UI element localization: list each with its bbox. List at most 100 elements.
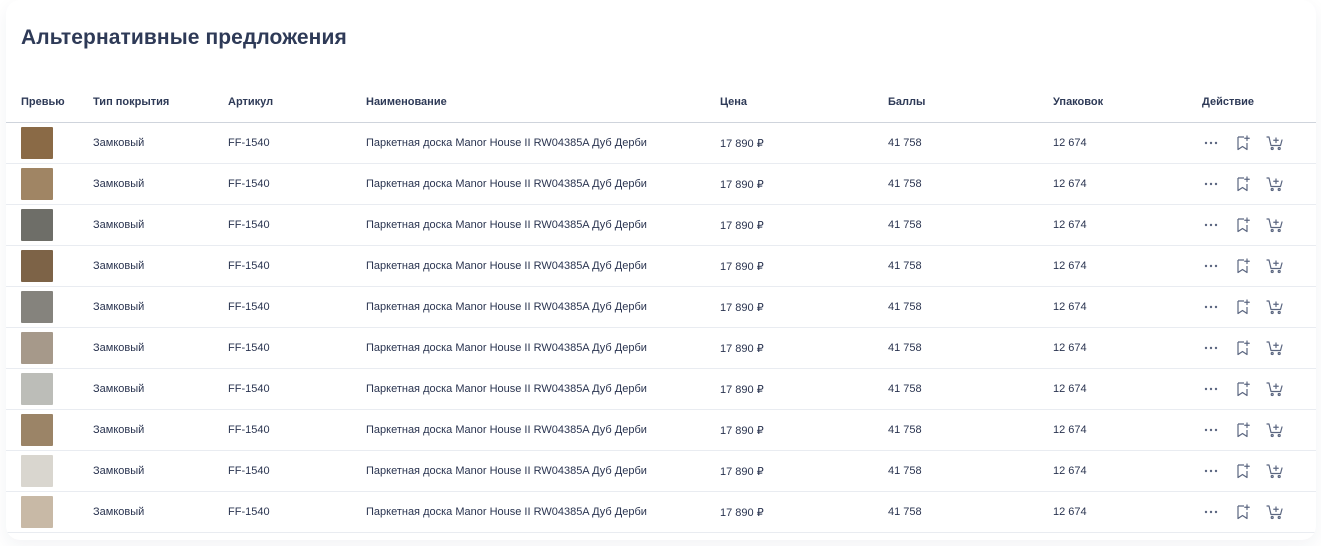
price-cell: 17 890 ₽: [720, 219, 764, 232]
bookmark-add-icon[interactable]: [1234, 339, 1252, 357]
preview-thumbnail[interactable]: [21, 168, 53, 200]
bookmark-add-icon[interactable]: [1234, 421, 1252, 439]
preview-cell: [21, 205, 53, 245]
price-cell: 17 890 ₽: [720, 383, 764, 396]
preview-thumbnail[interactable]: [21, 250, 53, 282]
cart-add-icon[interactable]: [1266, 503, 1284, 521]
table-row[interactable]: Замковый FF-1540 Паркетная доска Manor H…: [6, 123, 1316, 164]
bookmark-add-icon[interactable]: [1234, 298, 1252, 316]
preview-cell: [21, 164, 53, 204]
table-row[interactable]: Замковый FF-1540 Паркетная доска Manor H…: [6, 205, 1316, 246]
type-cell: Замковый: [93, 178, 145, 190]
preview-thumbnail[interactable]: [21, 496, 53, 528]
packs-cell: 12 674: [1053, 424, 1087, 436]
sku-cell: FF-1540: [228, 178, 270, 190]
table-row[interactable]: Замковый FF-1540 Паркетная доска Manor H…: [6, 164, 1316, 205]
cart-add-icon[interactable]: [1266, 380, 1284, 398]
cart-add-icon[interactable]: [1266, 216, 1284, 234]
sku-cell: FF-1540: [228, 301, 270, 313]
preview-thumbnail[interactable]: [21, 332, 53, 364]
cart-add-icon[interactable]: [1266, 421, 1284, 439]
preview-thumbnail[interactable]: [21, 209, 53, 241]
price-cell: 17 890 ₽: [720, 342, 764, 355]
preview-thumbnail[interactable]: [21, 414, 53, 446]
more-dots-icon[interactable]: [1202, 462, 1220, 480]
action-cell: [1202, 451, 1284, 491]
table-row[interactable]: Замковый FF-1540 Паркетная доска Manor H…: [6, 369, 1316, 410]
table-header: Превью Тип покрытия Артикул Наименование…: [6, 82, 1316, 123]
column-header-price: Цена: [720, 96, 748, 108]
price-cell: 17 890 ₽: [720, 260, 764, 273]
type-cell: Замковый: [93, 301, 145, 313]
type-cell: Замковый: [93, 465, 145, 477]
type-cell: Замковый: [93, 342, 145, 354]
preview-thumbnail[interactable]: [21, 373, 53, 405]
name-cell: Паркетная доска Manor House II RW04385A …: [366, 137, 647, 149]
column-header-type: Тип покрытия: [93, 96, 170, 108]
column-header-sku: Артикул: [228, 96, 274, 108]
more-dots-icon[interactable]: [1202, 503, 1220, 521]
cart-add-icon[interactable]: [1266, 175, 1284, 193]
more-dots-icon[interactable]: [1202, 298, 1220, 316]
cart-add-icon[interactable]: [1266, 462, 1284, 480]
table-row[interactable]: Замковый FF-1540 Паркетная доска Manor H…: [6, 410, 1316, 451]
bookmark-add-icon[interactable]: [1234, 216, 1252, 234]
action-cell: [1202, 164, 1284, 204]
packs-cell: 12 674: [1053, 178, 1087, 190]
action-cell: [1202, 369, 1284, 409]
column-header-preview: Превью: [21, 96, 65, 108]
name-cell: Паркетная доска Manor House II RW04385A …: [366, 465, 647, 477]
sku-cell: FF-1540: [228, 424, 270, 436]
name-cell: Паркетная доска Manor House II RW04385A …: [366, 260, 647, 272]
bookmark-add-icon[interactable]: [1234, 257, 1252, 275]
bookmark-add-icon[interactable]: [1234, 134, 1252, 152]
points-cell: 41 758: [888, 260, 922, 272]
packs-cell: 12 674: [1053, 137, 1087, 149]
packs-cell: 12 674: [1053, 301, 1087, 313]
column-header-points: Баллы: [888, 96, 926, 108]
name-cell: Паркетная доска Manor House II RW04385A …: [366, 506, 647, 518]
name-cell: Паркетная доска Manor House II RW04385A …: [366, 424, 647, 436]
type-cell: Замковый: [93, 219, 145, 231]
cart-add-icon[interactable]: [1266, 298, 1284, 316]
more-dots-icon[interactable]: [1202, 216, 1220, 234]
action-cell: [1202, 287, 1284, 327]
more-dots-icon[interactable]: [1202, 339, 1220, 357]
type-cell: Замковый: [93, 506, 145, 518]
page-title: Альтернативные предложения: [21, 26, 347, 49]
more-dots-icon[interactable]: [1202, 175, 1220, 193]
price-cell: 17 890 ₽: [720, 506, 764, 519]
table-row[interactable]: Замковый FF-1540 Паркетная доска Manor H…: [6, 492, 1316, 533]
bookmark-add-icon[interactable]: [1234, 175, 1252, 193]
offers-table: Превью Тип покрытия Артикул Наименование…: [6, 82, 1316, 533]
bookmark-add-icon[interactable]: [1234, 380, 1252, 398]
table-row[interactable]: Замковый FF-1540 Паркетная доска Manor H…: [6, 328, 1316, 369]
preview-cell: [21, 492, 53, 532]
bookmark-add-icon[interactable]: [1234, 462, 1252, 480]
bookmark-add-icon[interactable]: [1234, 503, 1252, 521]
more-dots-icon[interactable]: [1202, 257, 1220, 275]
points-cell: 41 758: [888, 137, 922, 149]
preview-thumbnail[interactable]: [21, 127, 53, 159]
cart-add-icon[interactable]: [1266, 134, 1284, 152]
price-cell: 17 890 ₽: [720, 137, 764, 150]
table-row[interactable]: Замковый FF-1540 Паркетная доска Manor H…: [6, 287, 1316, 328]
packs-cell: 12 674: [1053, 219, 1087, 231]
preview-cell: [21, 451, 53, 491]
more-dots-icon[interactable]: [1202, 134, 1220, 152]
type-cell: Замковый: [93, 260, 145, 272]
preview-thumbnail[interactable]: [21, 455, 53, 487]
name-cell: Паркетная доска Manor House II RW04385A …: [366, 342, 647, 354]
action-cell: [1202, 410, 1284, 450]
action-cell: [1202, 328, 1284, 368]
table-row[interactable]: Замковый FF-1540 Паркетная доска Manor H…: [6, 451, 1316, 492]
cart-add-icon[interactable]: [1266, 257, 1284, 275]
more-dots-icon[interactable]: [1202, 421, 1220, 439]
cart-add-icon[interactable]: [1266, 339, 1284, 357]
preview-thumbnail[interactable]: [21, 291, 53, 323]
sku-cell: FF-1540: [228, 506, 270, 518]
table-row[interactable]: Замковый FF-1540 Паркетная доска Manor H…: [6, 246, 1316, 287]
sku-cell: FF-1540: [228, 383, 270, 395]
more-dots-icon[interactable]: [1202, 380, 1220, 398]
points-cell: 41 758: [888, 506, 922, 518]
